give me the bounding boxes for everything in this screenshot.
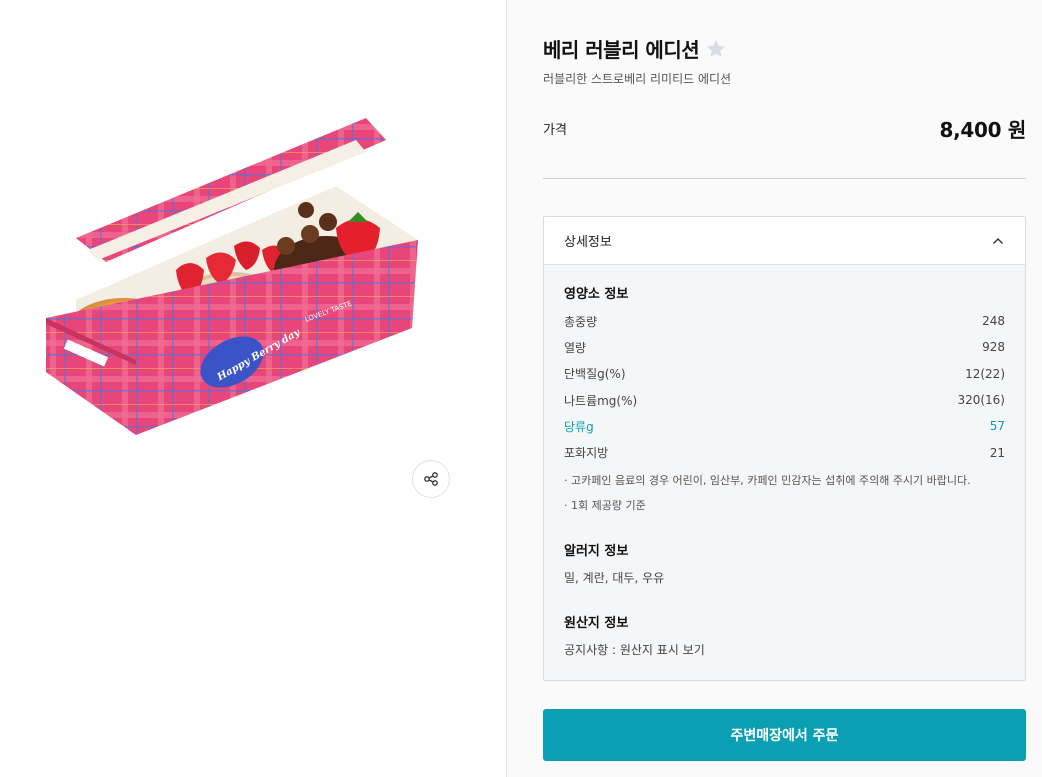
nutrition-row: 총중량 248 xyxy=(564,308,1005,334)
nutrition-value: 928 xyxy=(982,340,1005,355)
nutrition-label: 당류g xyxy=(564,419,594,434)
nutrition-label: 포화지방 xyxy=(564,446,609,461)
origin-link[interactable]: 공지사항 : 원산지 표시 보기 xyxy=(564,641,1005,658)
nutrition-row: 포화지방 21 xyxy=(564,439,1005,465)
detail-accordion: 상세정보 영양소 정보 총중량 248 열량 928 단백질g(%) 12(22… xyxy=(543,216,1026,681)
nutrition-label: 단백질g(%) xyxy=(564,367,626,382)
chevron-up-icon xyxy=(993,237,1003,244)
product-title: 베리 러블리 에디션 xyxy=(543,38,700,62)
detail-accordion-header[interactable]: 상세정보 xyxy=(544,217,1025,265)
share-icon xyxy=(424,472,438,486)
nutrition-row: 단백질g(%) 12(22) xyxy=(564,361,1005,387)
product-image-panel: LOVELY TASTE Happy Berry day xyxy=(0,0,506,777)
nutrition-label: 나트륨mg(%) xyxy=(564,393,638,408)
title-row: 베리 러블리 에디션 xyxy=(543,34,727,63)
nutrition-label: 열량 xyxy=(564,340,587,355)
product-subtitle: 러블리한 스트로베리 리미티드 에디션 xyxy=(543,72,732,86)
product-image: LOVELY TASTE Happy Berry day xyxy=(46,118,418,435)
nutrition-value: 12(22) xyxy=(965,366,1005,381)
nutrition-value: 248 xyxy=(982,314,1005,329)
allergy-title: 알러지 정보 xyxy=(564,543,629,559)
nutrition-row: 당류g 57 xyxy=(564,413,1005,439)
nutrition-label: 총중량 xyxy=(564,314,598,329)
star-icon xyxy=(707,39,725,57)
order-nearby-store-button[interactable]: 주변매장에서 주문 xyxy=(543,709,1026,761)
origin-title: 원산지 정보 xyxy=(564,615,629,631)
nutrition-value: 57 xyxy=(989,419,1005,434)
detail-header-label: 상세정보 xyxy=(564,235,612,250)
nutrition-note: · 고카페인 음료의 경우 어린이, 임산부, 카페인 민감자는 섭취에 주의해… xyxy=(564,474,971,488)
allergy-text: 밀, 계란, 대두, 우유 xyxy=(564,570,665,585)
product-detail-page: LOVELY TASTE Happy Berry day 베리 러블리 에디션 xyxy=(0,0,1042,777)
nutrition-note: · 1회 제공량 기준 xyxy=(564,499,646,513)
nutrition-title: 영양소 정보 xyxy=(564,287,629,302)
nutrition-value: 320(16) xyxy=(957,393,1005,408)
price-divider xyxy=(543,178,1026,179)
detail-body: 영양소 정보 총중량 248 열량 928 단백질g(%) 12(22) 나트륨… xyxy=(544,265,1025,658)
nutrition-row: 나트륨mg(%) 320(16) xyxy=(564,387,1005,413)
nutrition-row: 열량 928 xyxy=(564,334,1005,360)
product-detail-panel: 베리 러블리 에디션 러블리한 스트로베리 리미티드 에디션 가격 8,400 … xyxy=(507,0,1042,777)
share-button[interactable] xyxy=(412,460,450,498)
nutrition-value: 21 xyxy=(989,445,1005,460)
favorite-button[interactable] xyxy=(705,38,727,60)
price-value: 8,400 원 xyxy=(939,118,1026,142)
price-label: 가격 xyxy=(543,123,567,138)
